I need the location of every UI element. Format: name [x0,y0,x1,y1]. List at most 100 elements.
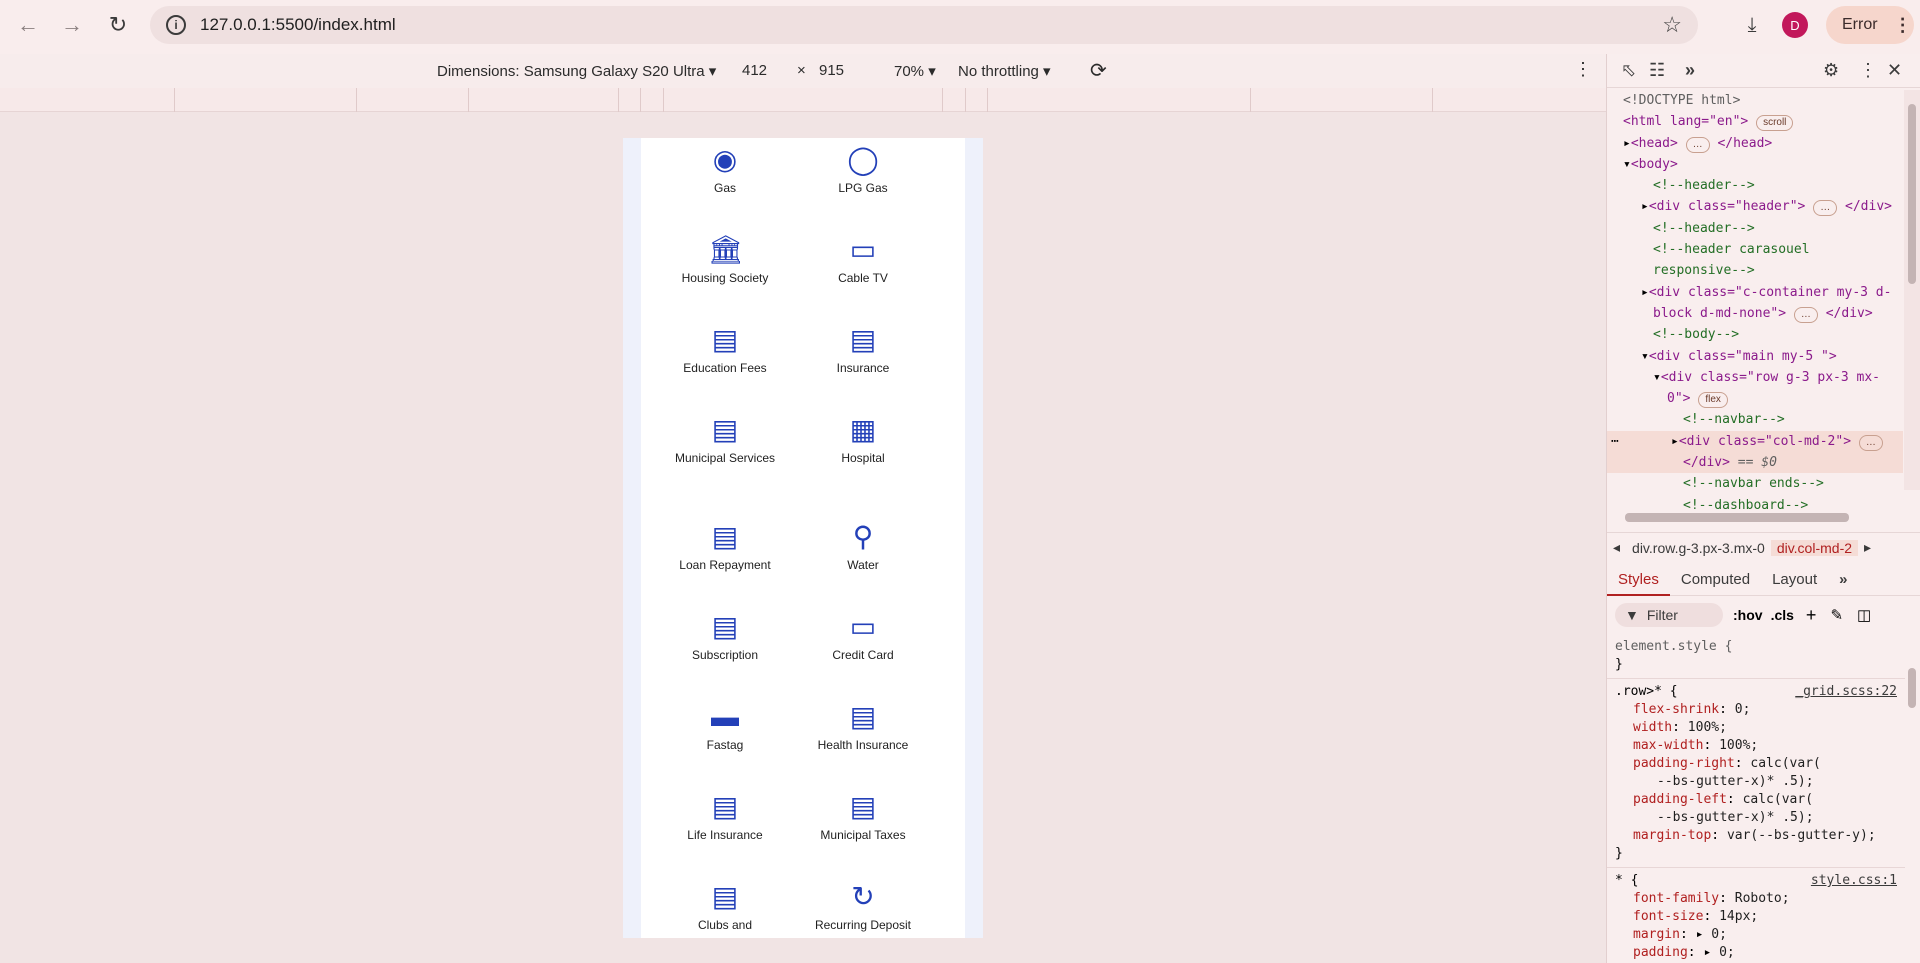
expand-arrow-icon[interactable]: ▸ [1641,285,1649,300]
ellipsis-badge[interactable]: … [1793,306,1818,323]
style-rule[interactable]: .row>* { _grid.scss:22 flex-shrink: 0; w… [1607,679,1905,868]
filter-input[interactable]: ▼ Filter [1615,603,1723,627]
tree-line[interactable]: 0"> flex [1607,388,1903,409]
ellipsis-badge[interactable]: … [1858,434,1883,451]
service-tile[interactable]: ▤ Insurance [793,322,933,377]
dom-actions-icon[interactable]: ⋯ [1611,431,1619,452]
style-property[interactable]: flex-shrink: 0; [1615,701,1897,719]
selected-tree-line[interactable]: ⋯ ▸<div class="col-md-2"> … [1607,430,1903,453]
more-menu-icon[interactable]: ⋮ [1894,15,1912,36]
styles-pane[interactable]: element.style { } .row>* { _grid.scss:22… [1607,634,1905,963]
style-property[interactable]: margin: ▸ 0; [1615,926,1897,944]
expand-arrow-icon[interactable]: ▸ [1623,136,1631,151]
scrollbar-thumb[interactable] [1908,104,1916,284]
tree-line[interactable]: responsive--> [1607,260,1903,281]
service-tile[interactable]: ▤ Health Insurance [793,699,933,754]
style-property[interactable]: font-size: 14px; [1615,908,1897,926]
style-property[interactable]: width: 100%; [1615,719,1897,737]
scrollbar-thumb[interactable] [1625,513,1849,522]
download-icon[interactable]: ⤓ [1732,6,1772,44]
devtools-menu-icon[interactable]: ⋮ [1859,60,1877,81]
style-property[interactable]: font-family: Roboto; [1615,890,1897,908]
tab-layout[interactable]: Layout [1761,564,1828,596]
rule-source-link[interactable]: _grid.scss:22 [1795,683,1897,701]
device-toggle-icon[interactable]: ☷ [1649,60,1665,81]
hov-toggle[interactable]: :hov [1733,607,1763,623]
height-input[interactable]: 915 [819,62,844,79]
style-property[interactable]: margin-top: var(--bs-gutter-y); [1615,827,1897,845]
tree-line[interactable]: ▸<div class="header"> … </div> [1607,196,1903,217]
service-tile[interactable]: ▭ Credit Card [793,609,933,664]
device-screen[interactable]: ◉ Gas ◯ LPG Gas 🏛 Housing Society ▭ Cable TV ▤ Ed… [623,138,983,938]
tree-line[interactable]: block d-md-none"> … </div> [1607,303,1903,324]
tree-line[interactable]: <!DOCTYPE html> [1607,90,1903,111]
style-property[interactable]: padding: ▸ 0; [1615,944,1897,962]
paint-brush-icon[interactable]: ✎ [1830,606,1843,624]
service-tile[interactable]: ▤ Life Insurance [655,789,795,844]
new-rule-icon[interactable]: + [1806,605,1817,626]
cls-toggle[interactable]: .cls [1771,607,1794,623]
device-dropdown[interactable]: Dimensions: Samsung Galaxy S20 Ultra ▾ [437,62,716,80]
throttling-dropdown[interactable]: No throttling ▾ [958,62,1051,80]
service-tile[interactable]: ▭ Cable TV [793,232,933,287]
error-chip[interactable]: Error ⋮ [1826,6,1914,44]
toggle-sidebar-icon[interactable]: ◫ [1857,606,1871,624]
tree-line[interactable]: ▸<div class="c-container my-3 d- [1607,282,1903,303]
more-panels-icon[interactable]: » [1685,60,1695,81]
service-tile[interactable]: ↻ Recurring Deposit [793,879,933,934]
breadcrumb-right-icon[interactable]: ▸ [1858,539,1877,556]
forward-button[interactable]: → [50,3,94,47]
service-tile[interactable]: ▬ Fastag [655,699,795,754]
tree-line[interactable]: <!--header--> [1607,175,1903,196]
avatar[interactable]: D [1782,12,1808,38]
ellipsis-badge[interactable]: … [1685,136,1710,153]
reload-button[interactable]: ↻ [96,3,140,47]
selected-tree-line[interactable]: </div> == $0 [1607,452,1903,474]
ellipsis-badge[interactable]: … [1813,200,1838,217]
tab-computed[interactable]: Computed [1670,564,1761,596]
elements-tree[interactable]: <!DOCTYPE html> <html lang="en"> scroll … [1607,90,1903,510]
service-tile[interactable]: ▤ Subscription [655,609,795,664]
expand-arrow-icon[interactable]: ▸ [1671,434,1679,449]
service-tile[interactable]: ◯ LPG Gas [793,142,933,197]
service-tile[interactable]: 🏛 Housing Society [655,232,795,287]
collapse-arrow-icon[interactable]: ▾ [1623,157,1631,172]
service-tile[interactable]: ▤ Clubs and [655,879,795,934]
service-tile[interactable]: ▤ Municipal Taxes [793,789,933,844]
service-tile[interactable]: ▦ Hospital [793,412,933,467]
more-options-icon[interactable]: ⋮ [1574,59,1592,80]
flex-badge[interactable]: flex [1698,392,1728,409]
rotate-icon[interactable]: ⟳ [1090,58,1107,83]
inspect-element-icon[interactable]: ⬁ [1621,60,1636,81]
styles-scrollbar[interactable] [1904,654,1920,963]
service-tile[interactable]: ▤ Education Fees [655,322,795,377]
tab-styles[interactable]: Styles [1607,564,1670,596]
style-property[interactable]: max-width: 100%; [1615,737,1897,755]
tree-line[interactable]: ▾<div class="row g-3 px-3 mx- [1607,367,1903,388]
tree-line[interactable]: <!--navbar ends--> [1607,473,1903,494]
style-property[interactable]: padding-left: calc(var( [1615,791,1897,809]
elements-scrollbar[interactable] [1904,90,1920,490]
service-tile[interactable]: ▤ Municipal Services [655,412,795,467]
tree-line[interactable]: <!--header carasouel [1607,239,1903,260]
scroll-badge[interactable]: scroll [1756,115,1794,132]
close-icon[interactable]: ✕ [1887,60,1902,81]
tree-line[interactable]: <!--body--> [1607,324,1903,345]
style-rule[interactable]: * { style.css:1 font-family: Roboto; fon… [1607,868,1905,963]
more-tabs-icon[interactable]: » [1828,564,1858,596]
scrollbar-thumb[interactable] [1908,668,1916,708]
style-rule[interactable]: element.style { } [1607,634,1905,679]
width-input[interactable]: 412 [742,62,767,79]
bookmark-star-icon[interactable]: ☆ [1662,12,1682,38]
elements-hscrollbar[interactable] [1617,510,1887,524]
zoom-dropdown[interactable]: 70% ▾ [894,62,936,80]
tree-line[interactable]: <!--header--> [1607,218,1903,239]
tree-line[interactable]: ▾<body> [1607,154,1903,175]
breadcrumb-left-icon[interactable]: ◂ [1607,539,1626,556]
tree-line[interactable]: ▸<head> … </head> [1607,133,1903,154]
service-tile[interactable]: ▤ Loan Repayment [655,519,795,574]
style-property[interactable]: padding-right: calc(var( [1615,755,1897,773]
address-bar[interactable]: i 127.0.0.1:5500/index.html ☆ [150,6,1698,44]
back-button[interactable]: ← [6,3,50,47]
service-tile[interactable]: ◉ Gas [655,142,795,197]
